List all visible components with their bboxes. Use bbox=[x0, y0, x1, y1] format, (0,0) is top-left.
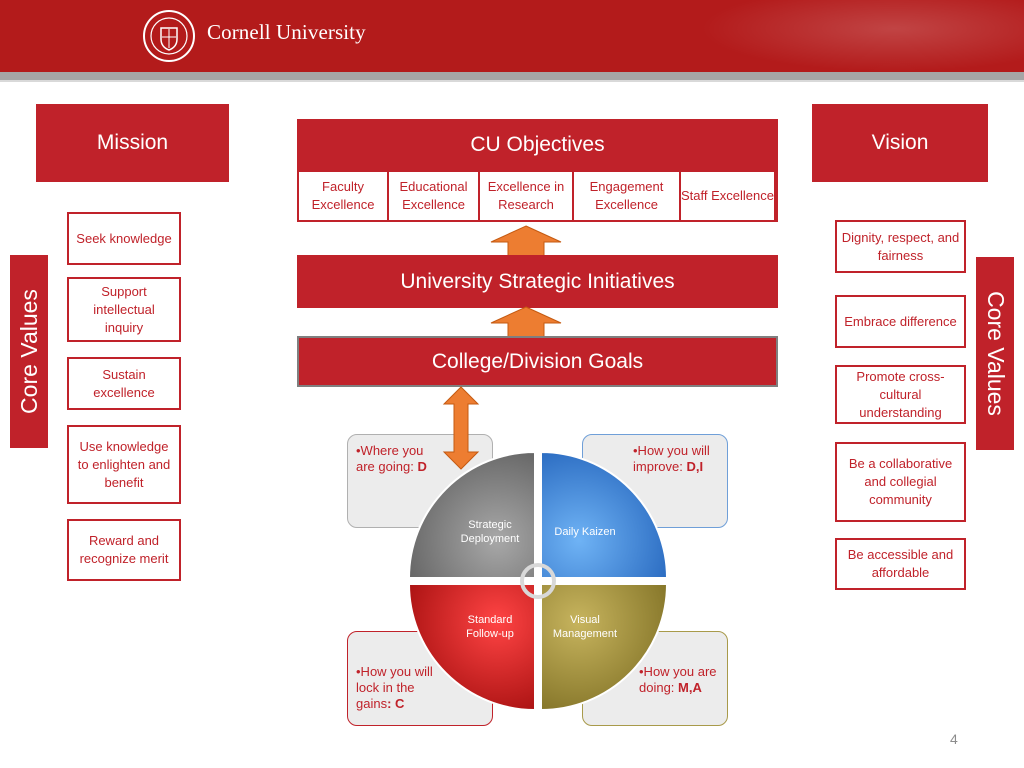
objective-cell: Staff Excellence bbox=[681, 172, 774, 220]
header-gray-rule bbox=[0, 72, 1024, 80]
page-number: 4 bbox=[950, 731, 958, 747]
core-values-right-label: Core Values bbox=[982, 291, 1009, 416]
vision-item: Promote cross-cultural understanding bbox=[835, 365, 966, 424]
header-light-rule bbox=[0, 80, 1024, 82]
mission-item: Use knowledge to enlighten and benefit bbox=[67, 425, 181, 504]
mission-item: Support intellectual inquiry bbox=[67, 277, 181, 342]
cornell-seal-icon bbox=[143, 10, 195, 62]
objective-cell: Faculty Excellence bbox=[299, 172, 387, 220]
core-values-right-bar: Core Values bbox=[976, 257, 1014, 450]
vision-item: Dignity, respect, and fairness bbox=[835, 220, 966, 273]
quadrant-strategic bbox=[407, 450, 536, 579]
quadrant-visual-label: Visual Management bbox=[552, 614, 618, 640]
vision-item: Be a collaborative and collegial communi… bbox=[835, 442, 966, 522]
vision-item: Embrace difference bbox=[835, 295, 966, 348]
quadrant-followup-label: Standard Follow-up bbox=[466, 614, 514, 640]
core-values-left-label: Core Values bbox=[15, 289, 42, 414]
cu-objectives-cells: Faculty Excellence Educational Excellenc… bbox=[297, 170, 778, 222]
cycle-icon bbox=[520, 563, 556, 599]
double-arrow-icon bbox=[442, 386, 480, 470]
objective-cell: Educational Excellence bbox=[389, 172, 478, 220]
objective-cell: Excellence in Research bbox=[480, 172, 572, 220]
mission-item: Seek knowledge bbox=[67, 212, 181, 265]
mission-heading: Mission bbox=[36, 104, 229, 182]
mission-item: Sustain excellence bbox=[67, 357, 181, 410]
core-values-left-bar: Core Values bbox=[10, 255, 48, 448]
strategic-initiatives-box: University Strategic Initiatives bbox=[297, 255, 778, 308]
quadrant-visual bbox=[540, 583, 669, 712]
brand-name[interactable]: Cornell University bbox=[207, 20, 366, 45]
vision-heading: Vision bbox=[812, 104, 988, 182]
up-arrow-icon bbox=[490, 306, 562, 339]
vision-item: Be accessible and affordable bbox=[835, 538, 966, 590]
college-goals-box: College/Division Goals bbox=[297, 336, 778, 387]
quadrant-kaizen-label: Daily Kaizen bbox=[554, 526, 616, 538]
quadrant-followup bbox=[407, 583, 536, 712]
quadrant-wheel bbox=[407, 450, 669, 712]
objective-cell: Engagement Excellence bbox=[574, 172, 679, 220]
header-statue-shade bbox=[700, 0, 1024, 72]
quadrant-kaizen bbox=[540, 450, 669, 579]
up-arrow-icon bbox=[490, 225, 562, 258]
mission-item: Reward and recognize merit bbox=[67, 519, 181, 581]
cu-objectives-title: CU Objectives bbox=[297, 119, 778, 170]
quadrant-strategic-label: Strategic Deployment bbox=[460, 519, 520, 545]
